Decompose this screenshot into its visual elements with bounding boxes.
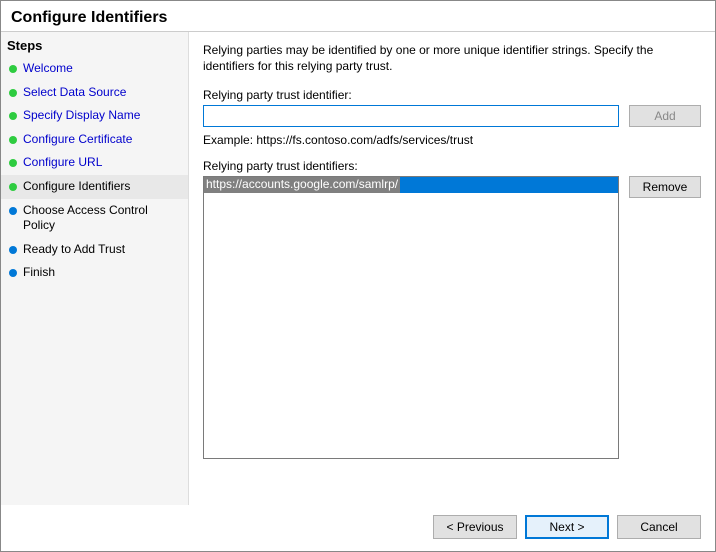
step-configure-certificate[interactable]: Configure Certificate (1, 128, 188, 152)
step-select-data-source[interactable]: Select Data Source (1, 81, 188, 105)
main-panel: Relying parties may be identified by one… (189, 32, 715, 505)
step-ready-to-add-trust: Ready to Add Trust (1, 238, 188, 262)
step-label: Configure Identifiers (23, 179, 130, 195)
step-welcome[interactable]: Welcome (1, 57, 188, 81)
identifiers-listbox-label: Relying party trust identifiers: (203, 159, 701, 173)
bullet-icon (9, 136, 17, 144)
step-label: Specify Display Name (23, 108, 140, 124)
step-label: Ready to Add Trust (23, 242, 125, 258)
bullet-icon (9, 65, 17, 73)
bullet-icon (9, 207, 17, 215)
steps-sidebar: Steps Welcome Select Data Source Specify… (1, 32, 189, 505)
identifier-input-label: Relying party trust identifier: (203, 88, 701, 102)
step-configure-url[interactable]: Configure URL (1, 151, 188, 175)
bullet-icon (9, 159, 17, 167)
step-label: Configure URL (23, 155, 102, 171)
step-label: Configure Certificate (23, 132, 132, 148)
dialog-title: Configure Identifiers (1, 1, 715, 31)
bullet-icon (9, 246, 17, 254)
previous-button[interactable]: < Previous (433, 515, 517, 539)
step-label: Choose Access Control Policy (23, 203, 180, 234)
bullet-icon (9, 269, 17, 277)
add-button[interactable]: Add (629, 105, 701, 127)
step-configure-identifiers: Configure Identifiers (1, 175, 188, 199)
identifier-input[interactable] (203, 105, 619, 127)
step-finish: Finish (1, 261, 188, 285)
remove-button[interactable]: Remove (629, 176, 701, 198)
wizard-window: Configure Identifiers Steps Welcome Sele… (0, 0, 716, 552)
wizard-footer: < Previous Next > Cancel (1, 505, 715, 551)
step-specify-display-name[interactable]: Specify Display Name (1, 104, 188, 128)
content-area: Steps Welcome Select Data Source Specify… (1, 31, 715, 505)
cancel-button[interactable]: Cancel (617, 515, 701, 539)
bullet-icon (9, 183, 17, 191)
list-item-text: https://accounts.google.com/samlrp/ (204, 177, 400, 193)
panel-description: Relying parties may be identified by one… (203, 42, 701, 74)
step-label: Finish (23, 265, 55, 281)
identifiers-listbox[interactable]: https://accounts.google.com/samlrp/ (203, 176, 619, 459)
step-label: Select Data Source (23, 85, 126, 101)
step-label: Welcome (23, 61, 73, 77)
step-choose-access-control-policy: Choose Access Control Policy (1, 199, 188, 238)
list-item[interactable]: https://accounts.google.com/samlrp/ (204, 177, 618, 193)
bullet-icon (9, 89, 17, 97)
bullet-icon (9, 112, 17, 120)
list-item-selection-fill (400, 177, 618, 193)
next-button[interactable]: Next > (525, 515, 609, 539)
steps-header: Steps (1, 36, 188, 57)
identifier-example-text: Example: https://fs.contoso.com/adfs/ser… (203, 133, 701, 147)
